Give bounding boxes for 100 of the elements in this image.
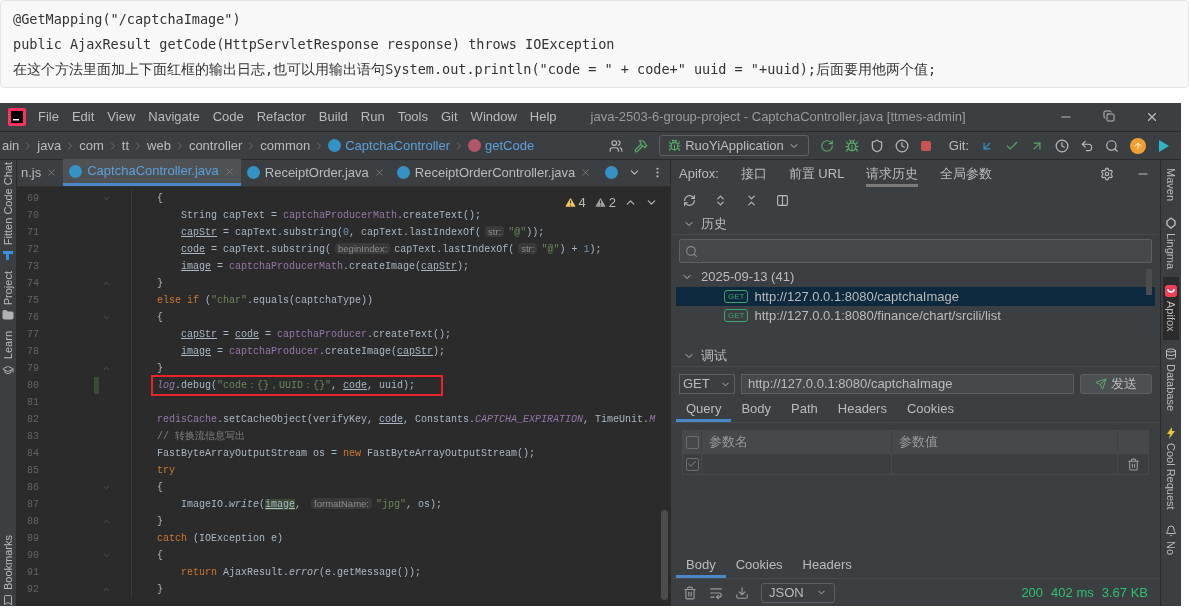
line-number: 84 — [26, 447, 39, 461]
tree-group[interactable]: 2025-09-13 (41) — [671, 267, 795, 287]
bell-icon — [1165, 525, 1177, 538]
search-field[interactable] — [679, 239, 1152, 263]
upgrade-icon[interactable] — [1130, 137, 1146, 154]
send-icon — [1095, 378, 1107, 390]
checkbox[interactable] — [685, 457, 699, 471]
request-tab[interactable]: Headers — [827, 396, 897, 422]
trash-icon[interactable] — [1126, 457, 1140, 471]
class-icon — [69, 164, 83, 178]
collapse-icon[interactable] — [745, 193, 758, 207]
menu-item[interactable]: File — [38, 107, 59, 127]
menu-item[interactable]: Refactor — [256, 107, 306, 127]
menu-item[interactable]: View — [107, 107, 136, 127]
response-tab[interactable]: Cookies — [725, 552, 793, 578]
breadcrumb-item[interactable]: web — [147, 135, 171, 156]
tool-window-tab[interactable]: Project — [0, 271, 17, 306]
panel-tab[interactable]: 前置 URL — [788, 160, 845, 187]
line-number: 71 — [26, 226, 39, 240]
line-number: 82 — [26, 413, 39, 427]
editor-tab[interactable]: ReceiptOrderController.java — [390, 159, 598, 186]
rerun-icon[interactable] — [819, 138, 834, 153]
request-tab[interactable]: Cookies — [896, 396, 964, 422]
menu-item[interactable]: Tools — [397, 107, 428, 127]
history-item[interactable]: GET http://127.0.0.1:8080/captchaImage — [676, 287, 1155, 306]
response-tab[interactable]: Body — [676, 552, 726, 578]
settings-icon[interactable] — [1100, 166, 1114, 181]
line-number: 73 — [26, 260, 39, 274]
inspection-count[interactable]: 4 — [563, 193, 586, 213]
request-tab[interactable]: Query — [676, 396, 732, 422]
breadcrumb-item[interactable]: controller — [188, 135, 243, 156]
stop-icon[interactable] — [919, 139, 932, 152]
response-size: 3.67 KB — [1101, 583, 1148, 602]
rollback-icon[interactable] — [1080, 138, 1094, 153]
url-field[interactable]: http://127.0.0.1:8080/captchaImage — [741, 374, 1074, 394]
section-header[interactable]: 历史 — [673, 213, 1158, 235]
breadcrumb-item[interactable]: CaptchaController — [345, 135, 450, 156]
folder-icon — [2, 309, 14, 322]
panel-tab[interactable]: 全局参数 — [940, 160, 993, 187]
menu-item[interactable]: Git — [441, 107, 458, 127]
panel-tab[interactable]: 请求历史 — [866, 160, 919, 187]
menu-item[interactable]: Navigate — [148, 107, 200, 127]
history-icon[interactable] — [1055, 138, 1069, 153]
history-item[interactable]: GET http://127.0.0.1:8080/finance/chart/srcili/list — [676, 306, 1155, 325]
scrollbar-thumb[interactable] — [1146, 269, 1152, 295]
close-icon[interactable] — [373, 167, 385, 178]
search-icon[interactable] — [1105, 138, 1119, 153]
download-icon[interactable] — [735, 585, 749, 600]
tool-window-tab[interactable]: Fitten Code Chat — [0, 162, 17, 246]
tool-window-tab[interactable]: Learn — [0, 331, 17, 360]
tool-window-tab[interactable]: No — [1162, 517, 1180, 564]
expand-icon[interactable] — [714, 193, 727, 207]
code-line: image = captchaProducer.createImage(capStr); — [181, 345, 446, 359]
class-icon — [328, 139, 342, 152]
tool-window-tab[interactable]: Apifox — [1162, 277, 1180, 340]
breadcrumb-item[interactable]: tt — [121, 135, 129, 156]
request-tab[interactable]: Body — [731, 396, 782, 422]
menu-item[interactable]: Help — [529, 107, 557, 127]
tool-window-tab[interactable]: Database — [1162, 339, 1180, 419]
editor-tab[interactable]: ReceiptOrder.java — [240, 159, 391, 186]
format-dropdown[interactable]: JSON — [761, 582, 835, 603]
send-button[interactable]: 发送 — [1080, 374, 1152, 394]
line-number: 78 — [26, 345, 39, 359]
breadcrumb-item[interactable]: java — [37, 135, 62, 156]
tool-window-tab[interactable]: Maven — [1162, 160, 1180, 210]
breadcrumb-item[interactable]: getCode — [485, 135, 535, 156]
clear-icon[interactable] — [683, 585, 697, 600]
breadcrumb-item[interactable]: ain — [2, 135, 20, 156]
git-label: Git: — [948, 136, 969, 155]
menu-item[interactable]: Window — [470, 107, 517, 127]
scrollbar-thumb[interactable] — [661, 510, 668, 600]
response-tab[interactable]: Headers — [792, 552, 862, 578]
run-config-dropdown[interactable]: RuoYiApplication — [659, 135, 809, 156]
menu-item[interactable]: Run — [360, 107, 385, 127]
split-icon[interactable] — [776, 193, 789, 207]
refresh-icon[interactable] — [683, 193, 696, 207]
tool-window-tab[interactable]: Cool Request — [1162, 418, 1180, 518]
tool-window-tab[interactable]: Lingma — [1162, 209, 1180, 278]
panel-tab[interactable]: 接口 — [740, 160, 767, 187]
breadcrumb-item[interactable]: com — [79, 135, 104, 156]
method-dropdown[interactable]: GET — [679, 374, 735, 394]
code-line: catch (IOException e) — [157, 532, 284, 546]
section-header[interactable]: 调试 — [673, 345, 1158, 367]
tool-window-tab[interactable]: Bookmarks — [0, 534, 17, 590]
hammer-icon[interactable] — [634, 138, 649, 153]
menu-item[interactable]: Build — [318, 107, 348, 127]
debug-icon[interactable] — [844, 138, 859, 153]
user-icon[interactable] — [609, 138, 624, 153]
wrap-icon[interactable] — [709, 585, 723, 600]
inspection-count[interactable]: 2 — [593, 193, 616, 213]
editor-tab[interactable]: n.js — [15, 159, 64, 186]
menu-item[interactable]: Edit — [71, 107, 95, 127]
request-tab[interactable]: Path — [781, 396, 828, 422]
breadcrumb-item[interactable]: common — [260, 135, 311, 156]
menu-item[interactable]: Code — [212, 107, 244, 127]
close-icon[interactable] — [1145, 110, 1159, 124]
restore-icon[interactable] — [1103, 110, 1115, 122]
close-icon[interactable] — [46, 167, 58, 178]
close-icon[interactable] — [580, 167, 592, 178]
checkbox[interactable] — [685, 435, 699, 449]
